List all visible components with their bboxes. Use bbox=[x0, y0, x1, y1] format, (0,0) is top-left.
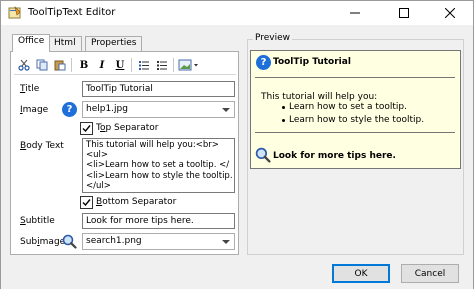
bullet-dot bbox=[282, 106, 285, 109]
maximize-icon bbox=[399, 8, 409, 18]
title-input[interactable]: ToolTip Tutorial bbox=[82, 81, 235, 97]
subimage-label: Subimage bbox=[20, 237, 66, 247]
body-text-area[interactable]: This tutorial will help you:<br> <ul> <l… bbox=[82, 138, 235, 193]
paste-icon bbox=[54, 60, 66, 71]
numbered-list-button[interactable] bbox=[154, 57, 170, 73]
scissors-icon bbox=[18, 59, 30, 71]
cut-button[interactable] bbox=[16, 57, 32, 73]
numbered-list-icon bbox=[157, 61, 167, 70]
image-select[interactable]: help1.jpg bbox=[82, 101, 235, 118]
toolbar-separator bbox=[71, 58, 72, 72]
tooltip-intro: This tutorial will help you: bbox=[261, 92, 378, 102]
tab-properties[interactable]: Properties bbox=[85, 36, 143, 51]
bold-button[interactable]: B bbox=[76, 57, 92, 73]
tooltip-bullet: Learn how to set a tooltip. bbox=[289, 102, 407, 112]
toolbar-separator bbox=[131, 58, 132, 72]
bottom-separator-checkbox[interactable] bbox=[80, 196, 93, 209]
body-text-line: This tutorial will help you:<br> bbox=[86, 140, 219, 150]
bottom-separator-label: Bottom Separator bbox=[96, 197, 177, 207]
checkmark-icon bbox=[82, 125, 91, 133]
tab-html[interactable]: Html bbox=[48, 36, 82, 51]
body-text-label: Body Text bbox=[20, 141, 64, 151]
copy-icon bbox=[36, 59, 48, 71]
tab-office[interactable]: Office bbox=[12, 34, 51, 52]
magnifier-icon bbox=[255, 147, 271, 163]
body-text-line: <ul> bbox=[86, 150, 108, 161]
image-icon bbox=[178, 59, 198, 71]
tooltip-title: ToolTip Tutorial bbox=[273, 57, 351, 67]
subtitle-label: Subtitle bbox=[20, 216, 55, 226]
subtitle-input[interactable]: Look for more tips here. bbox=[82, 213, 235, 229]
body-text-line: <li>Learn how to set a tooltip. </ bbox=[86, 160, 230, 171]
insert-image-dropdown[interactable] bbox=[177, 57, 201, 73]
subimage-select-value: search1.png bbox=[86, 236, 142, 246]
image-label: Image bbox=[20, 105, 49, 115]
body-text-line: </ul> bbox=[86, 180, 111, 191]
title-bar[interactable]: ToolTipText Editor bbox=[1, 1, 473, 25]
bullet-dot bbox=[282, 119, 285, 122]
app-icon bbox=[8, 6, 21, 19]
title-label: Title bbox=[20, 84, 40, 94]
paste-button[interactable] bbox=[52, 57, 68, 73]
magnifier-icon bbox=[62, 234, 77, 249]
maximize-button[interactable] bbox=[383, 1, 425, 25]
help-icon: ? bbox=[256, 55, 271, 70]
close-button[interactable] bbox=[429, 1, 471, 25]
top-separator-checkbox[interactable] bbox=[80, 122, 93, 135]
checkmark-icon bbox=[82, 199, 91, 207]
tooltip-footer: Look for more tips here. bbox=[273, 151, 396, 161]
copy-button[interactable] bbox=[34, 57, 50, 73]
underline-button[interactable]: U bbox=[112, 57, 128, 73]
cancel-button[interactable]: Cancel bbox=[401, 264, 459, 283]
image-select-value: help1.jpg bbox=[86, 104, 128, 114]
toolbar-separator bbox=[173, 58, 174, 72]
window-title: ToolTipText Editor bbox=[28, 7, 116, 18]
top-separator-label: Top Separator bbox=[96, 123, 159, 133]
format-toolbar: B I U bbox=[14, 55, 236, 75]
minimize-icon bbox=[350, 12, 360, 14]
italic-button[interactable]: I bbox=[94, 57, 110, 73]
help-icon: ? bbox=[62, 102, 77, 117]
body-text-line: <li>Learn how to style the tooltip. </ bbox=[86, 170, 235, 181]
preview-label: Preview bbox=[253, 33, 293, 43]
tooltip-bottom-separator bbox=[255, 132, 455, 133]
chevron-down-icon bbox=[222, 240, 230, 244]
bulleted-list-button[interactable] bbox=[136, 57, 152, 73]
tooltip-bullet: Learn how to style the tooltip. bbox=[289, 115, 425, 125]
chevron-down-icon bbox=[222, 108, 230, 112]
subimage-select[interactable]: search1.png bbox=[82, 233, 235, 250]
close-icon bbox=[445, 8, 455, 18]
minimize-button[interactable] bbox=[334, 1, 376, 25]
editor-window: ToolTipText Editor Office Html Propertie… bbox=[0, 0, 474, 289]
ok-button[interactable]: OK bbox=[332, 264, 390, 283]
bulleted-list-icon bbox=[139, 61, 149, 70]
tooltip-top-separator bbox=[255, 77, 455, 78]
